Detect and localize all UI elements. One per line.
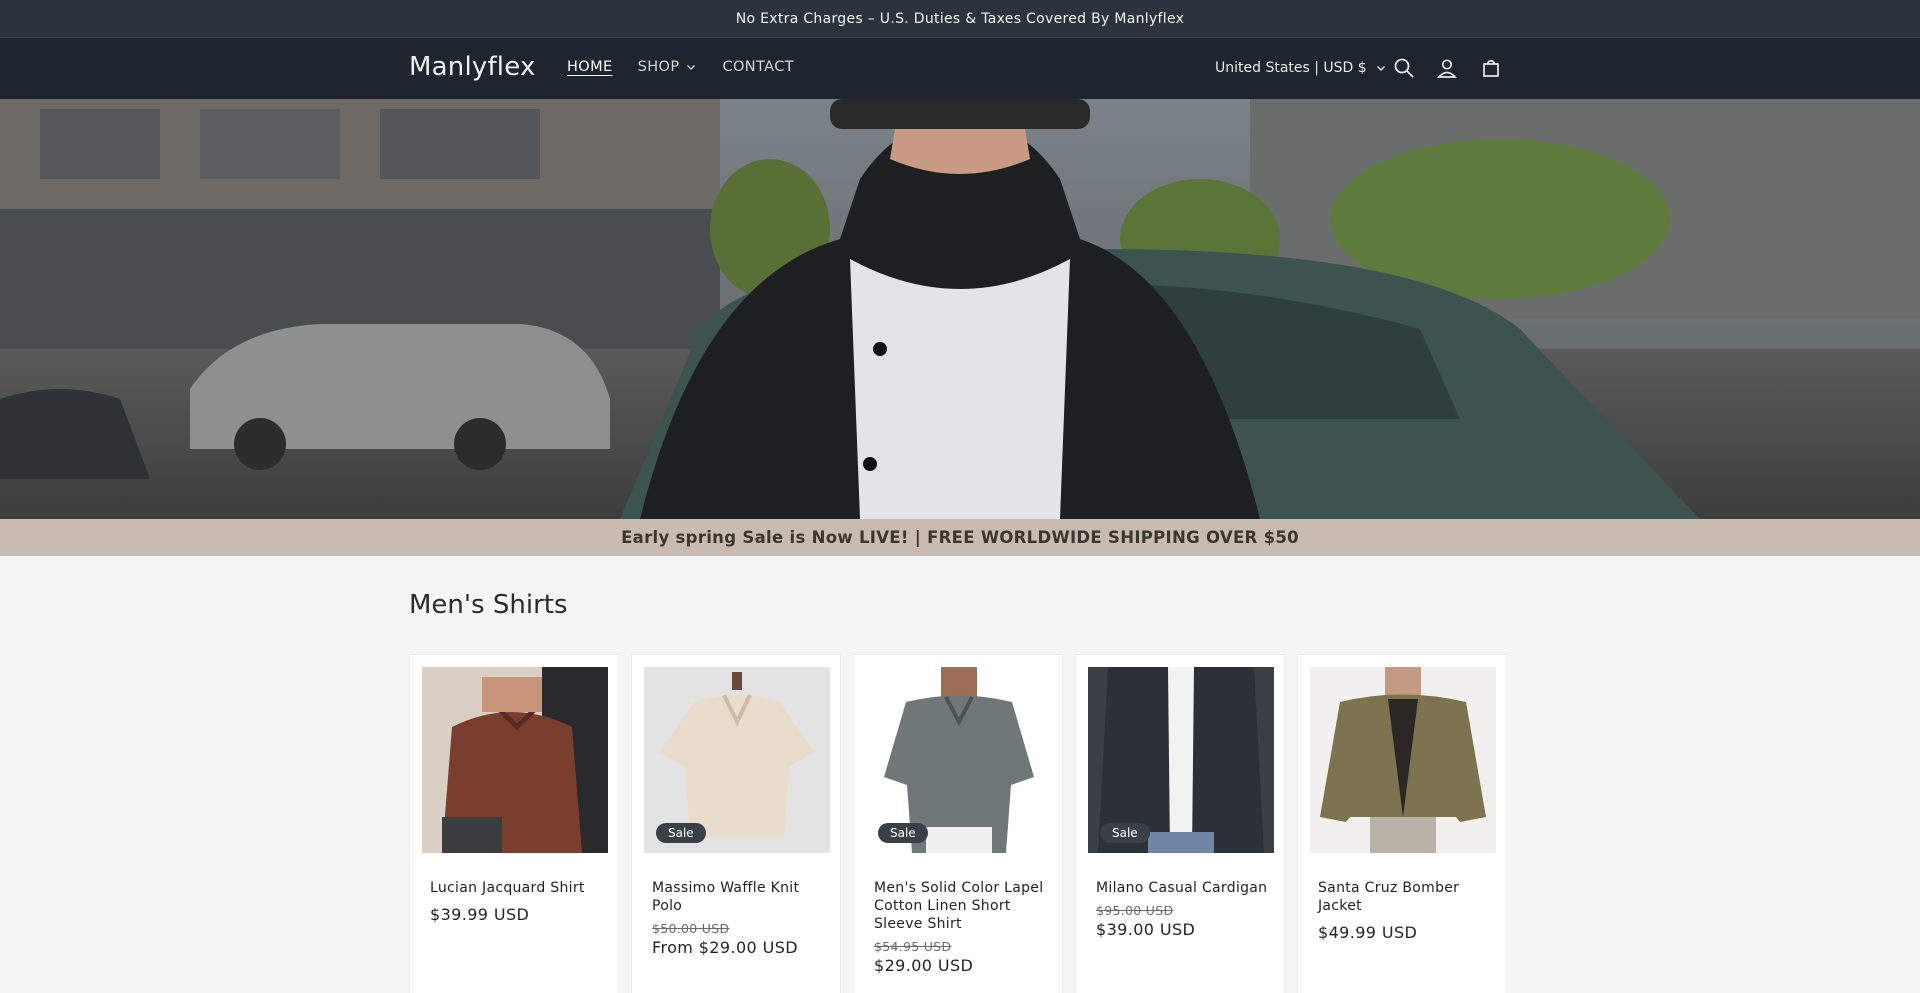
sale-badge: Sale [878,823,928,843]
search-icon [1394,58,1414,78]
product-photo [422,667,608,853]
nav-contact[interactable]: CONTACT [722,59,794,75]
product-card[interactable]: Lucian Jacquard Shirt $39.99 USD [409,654,619,993]
chevron-down-icon [687,65,696,70]
price-block: $54.95 USD $29.00 USD [874,939,1050,975]
nav-home-label: HOME [567,59,613,75]
product-price: $39.00 USD [1096,920,1196,939]
cart-icon [1483,59,1499,77]
product-grid: Lucian Jacquard Shirt $39.99 USD Sale Ma… [409,654,1507,993]
nav-contact-label: CONTACT [722,59,795,75]
product-title[interactable]: Lucian Jacquard Shirt [430,879,606,897]
nav-shop[interactable]: SHOP [638,59,698,75]
price-block: $49.99 USD [1318,921,1494,942]
hero-banner[interactable] [0,99,1920,519]
product-image[interactable]: Sale [866,667,1052,853]
chevron-down-icon [1376,66,1385,71]
announcement-text: No Extra Charges – U.S. Duties & Taxes C… [735,10,1185,27]
promo-text: Early spring Sale is Now LIVE! | FREE WO… [621,528,1299,547]
product-card[interactable]: Santa Cruz Bomber Jacket $49.99 USD [1297,654,1507,993]
cart-button[interactable] [1477,54,1505,82]
announcement-bar: No Extra Charges – U.S. Duties & Taxes C… [0,0,1920,37]
account-button[interactable] [1433,54,1461,82]
nav-home[interactable]: HOME [567,59,613,75]
product-card[interactable]: Sale Men's Solid Color Lapel Cotton Line… [853,654,1063,993]
main-nav: HOME SHOP CONTACT [567,59,794,75]
product-old-price: $95.00 USD [1096,903,1174,918]
product-image[interactable]: Sale [644,667,830,853]
site-header: Manlyflex HOME SHOP CONTACT United State… [0,37,1920,99]
price-block: $95.00 USD $39.00 USD [1096,903,1272,939]
product-image[interactable] [1310,667,1496,853]
product-image[interactable]: Sale [1088,667,1274,853]
sale-badge: Sale [656,823,706,843]
product-old-price: $54.95 USD [874,939,952,954]
product-old-price: $50.00 USD [652,921,730,936]
product-price: $49.99 USD [1318,923,1418,942]
product-image[interactable] [422,667,608,853]
section-title: Men's Shirts [409,590,568,620]
price-block: $39.99 USD [430,903,606,924]
price-block: $50.00 USD From $29.00 USD [652,921,828,957]
nav-shop-label: SHOP [637,59,680,75]
product-price: $29.00 USD [874,956,974,975]
product-price: $39.99 USD [430,905,530,924]
product-card[interactable]: Sale Massimo Waffle Knit Polo $50.00 USD… [631,654,841,993]
product-title[interactable]: Santa Cruz Bomber Jacket [1318,879,1494,915]
product-card[interactable]: Sale Milano Casual Cardigan $95.00 USD $… [1075,654,1285,993]
country-label: United States | USD $ [1215,60,1367,76]
logo[interactable]: Manlyflex [409,52,536,82]
product-title[interactable]: Men's Solid Color Lapel Cotton Linen Sho… [874,879,1050,933]
account-icon [1437,59,1457,78]
sale-badge: Sale [1100,823,1150,843]
promo-bar: Early spring Sale is Now LIVE! | FREE WO… [0,519,1920,556]
country-selector[interactable]: United States | USD $ [1215,60,1387,76]
product-price: From $29.00 USD [652,938,798,957]
hero-image [0,99,1920,519]
product-photo [1310,667,1496,853]
search-button[interactable] [1390,54,1418,82]
product-title[interactable]: Massimo Waffle Knit Polo [652,879,828,915]
product-title[interactable]: Milano Casual Cardigan [1096,879,1272,897]
